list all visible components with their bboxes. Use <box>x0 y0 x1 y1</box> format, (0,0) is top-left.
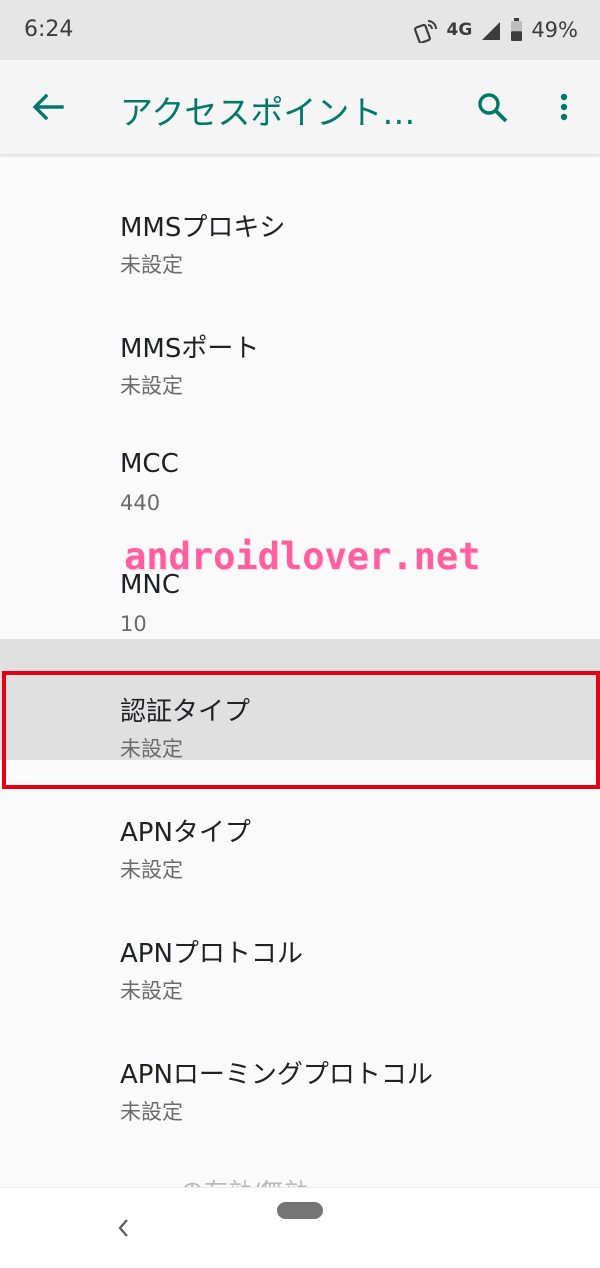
pref-summary: 未設定 <box>120 858 183 882</box>
status-bar: 6:24 4G 49% <box>0 0 600 60</box>
wifi-calling-icon <box>413 20 437 43</box>
pref-summary: 10 <box>120 612 147 636</box>
pref-title: MCC <box>120 449 179 479</box>
pref-apn-type[interactable]: APNタイプ 未設定 <box>0 760 600 882</box>
battery-percent: 49% <box>531 18 578 42</box>
pref-summary: 未設定 <box>120 979 183 1003</box>
pref-summary: 未設定 <box>120 737 183 761</box>
pref-summary: 440 <box>120 491 161 515</box>
nav-back-icon[interactable] <box>112 1216 136 1240</box>
navigation-bar <box>0 1187 600 1268</box>
pref-summary: 未設定 <box>120 374 183 398</box>
status-time: 6:24 <box>24 17 74 42</box>
pref-auth-type[interactable]: 認証タイプ 未設定 <box>0 639 600 761</box>
pref-summary: 未設定 <box>120 1100 183 1124</box>
pref-summary: 未設定 <box>120 253 183 277</box>
pref-mcc[interactable]: MCC 440 <box>0 397 600 518</box>
back-arrow-icon[interactable] <box>24 83 72 131</box>
pref-apn-protocol[interactable]: APNプロトコル 未設定 <box>0 881 600 1003</box>
battery-icon <box>511 18 523 41</box>
pref-title: MMSプロキシ <box>120 213 286 243</box>
pref-mms-proxy[interactable]: MMSプロキシ 未設定 <box>0 155 600 277</box>
pref-title: APNローミングプロトコル <box>120 1060 433 1090</box>
network-type: 4G <box>446 20 473 40</box>
watermark: androidlover.net <box>124 535 481 578</box>
page-title: アクセスポイント… <box>120 93 416 132</box>
more-vert-icon[interactable] <box>540 83 588 131</box>
pref-apn-roaming-protocol[interactable]: APNローミングプロトコル 未設定 <box>0 1002 600 1124</box>
app-bar: アクセスポイント… <box>0 60 600 154</box>
pref-title: MMSポート <box>120 334 260 364</box>
pref-title: 認証タイプ <box>120 697 251 727</box>
pref-title: APNプロトコル <box>120 939 303 969</box>
pref-mms-port[interactable]: MMSポート 未設定 <box>0 276 600 398</box>
preference-list: MMSプロキシ 未設定 MMSポート 未設定 MCC 440 MNC 10 認証… <box>0 155 600 1124</box>
signal-icon <box>482 22 501 40</box>
pref-title: APNタイプ <box>120 818 251 848</box>
search-icon[interactable] <box>469 83 517 131</box>
status-icons: 4G 49% <box>413 14 578 46</box>
home-pill[interactable] <box>277 1202 323 1219</box>
